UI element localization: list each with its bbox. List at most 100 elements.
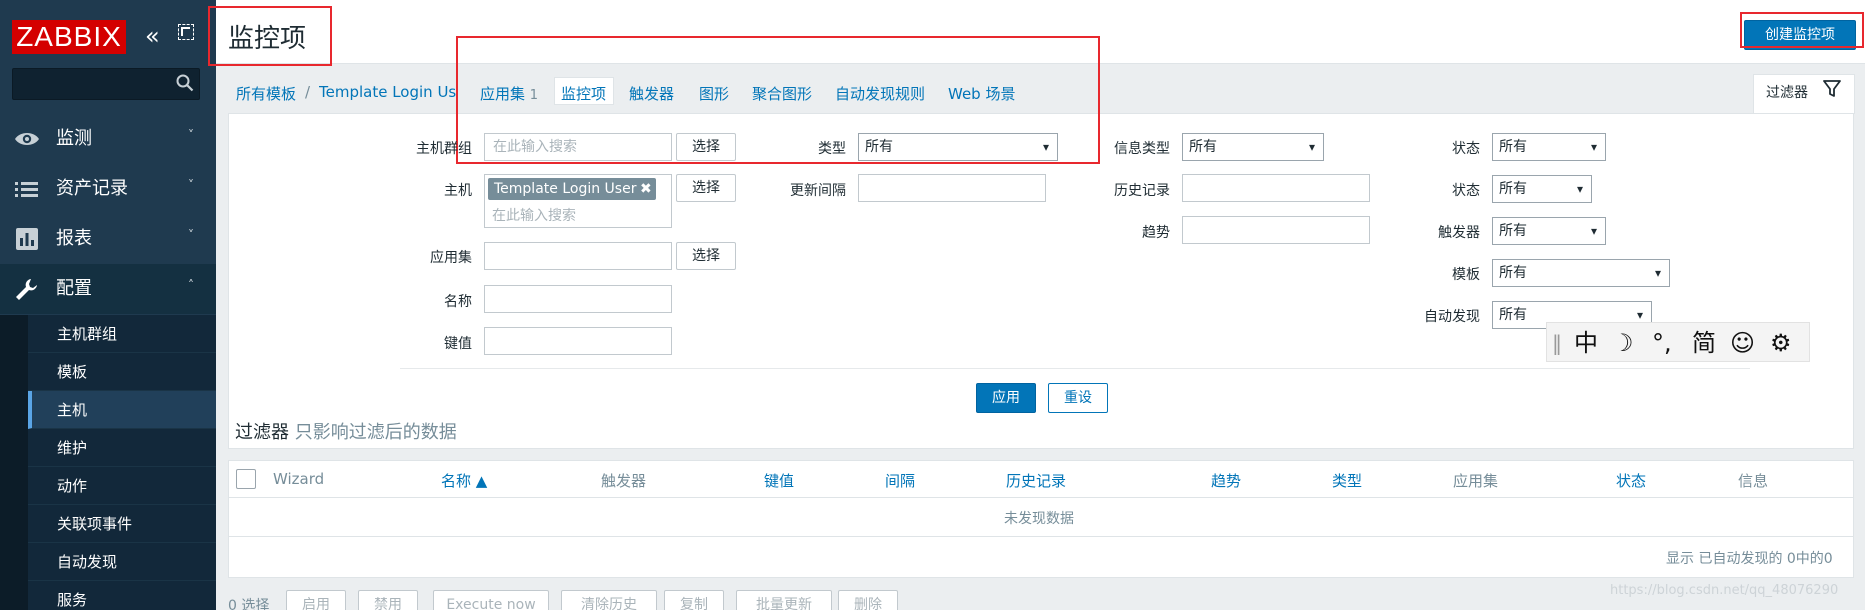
host-groups-placeholder: 在此输入搜索 <box>493 139 577 155</box>
copy-button[interactable]: 复制 <box>664 590 724 610</box>
state-label: 状态 <box>1452 141 1480 157</box>
chevron-down-icon: ˅ <box>188 128 194 142</box>
ime-grip-icon[interactable]: ‖ <box>1552 329 1562 357</box>
ime-punctuation-icon[interactable]: °, <box>1652 329 1672 357</box>
submenu-actions[interactable]: 动作 <box>28 467 216 505</box>
key-input[interactable] <box>484 327 672 355</box>
state-select[interactable]: 所有 ▾ <box>1492 133 1606 161</box>
table-divider <box>228 536 1854 537</box>
name-input[interactable] <box>484 285 672 313</box>
sidebar-search-input[interactable] <box>12 68 200 100</box>
disable-button[interactable]: 禁用 <box>358 590 418 610</box>
ime-settings-icon[interactable]: ⚙ <box>1770 329 1792 357</box>
menu-inventory[interactable]: 资产记录 ˅ <box>0 164 216 214</box>
status-select[interactable]: 所有 ▾ <box>1492 175 1592 203</box>
state-select-value: 所有 <box>1499 139 1527 155</box>
submenu-maintenance[interactable]: 维护 <box>28 429 216 467</box>
submenu-event-correlation[interactable]: 关联项事件 <box>28 505 216 543</box>
triggers-select[interactable]: 所有 ▾ <box>1492 217 1606 245</box>
submenu-templates[interactable]: 模板 <box>28 353 216 391</box>
mass-update-button[interactable]: 批量更新 <box>736 590 832 610</box>
info-type-select[interactable]: 所有 ▾ <box>1182 133 1324 161</box>
filter-icon[interactable] <box>1823 80 1841 98</box>
applications-label: 应用集 <box>430 250 472 266</box>
breadcrumb-template[interactable]: Template Login User <box>319 83 456 101</box>
chevron-down-icon: ▾ <box>1590 224 1597 238</box>
enable-button[interactable]: 启用 <box>286 590 346 610</box>
type-select[interactable]: 所有 ▾ <box>858 133 1058 161</box>
execute-now-button[interactable]: Execute now <box>433 590 549 610</box>
hosts-select-button[interactable]: 选择 <box>676 174 736 202</box>
column-interval[interactable]: 间隔 <box>885 470 915 491</box>
ime-emoji-icon[interactable]: ☺ <box>1730 329 1755 357</box>
chevron-down-icon: ▾ <box>1308 140 1315 154</box>
trends-input[interactable] <box>1182 216 1370 244</box>
applications-input[interactable] <box>484 242 672 270</box>
applications-select-button[interactable]: 选择 <box>676 242 736 270</box>
ime-moon-icon[interactable]: ☽ <box>1612 329 1634 357</box>
column-type[interactable]: 类型 <box>1332 470 1362 491</box>
submenu-host-groups[interactable]: 主机群组 <box>28 315 216 353</box>
update-interval-input[interactable] <box>858 174 1046 202</box>
host-groups-select-button[interactable]: 选择 <box>676 133 736 161</box>
column-applications: 应用集 <box>1453 472 1499 490</box>
history-input[interactable] <box>1182 174 1370 202</box>
menu-inventory-label: 资产记录 <box>56 178 128 199</box>
sidebar: ZABBIX « 监测 ˅ 资产记录 ˅ 报表 ˅ 配置 ˄ 主机群组 模板 主… <box>0 0 216 610</box>
discovery-select-value: 所有 <box>1499 307 1527 323</box>
watermark: https://blog.csdn.net/qq_48076290 <box>1610 583 1839 598</box>
chevron-down-icon: ˅ <box>188 228 194 242</box>
hosts-label: 主机 <box>444 183 472 199</box>
apply-button[interactable]: 应用 <box>976 383 1036 413</box>
ime-chinese-icon[interactable]: 中 <box>1574 329 1598 357</box>
host-groups-input[interactable]: 在此输入搜索 <box>484 133 672 161</box>
triggers-label: 触发器 <box>1438 225 1480 241</box>
menu-configuration[interactable]: 配置 ˄ <box>0 264 216 314</box>
chevron-down-icon: ▾ <box>1042 140 1049 154</box>
submenu-hosts[interactable]: 主机 <box>28 391 216 429</box>
column-trends[interactable]: 趋势 <box>1211 470 1241 491</box>
remove-chip-icon[interactable]: ✖ <box>640 178 652 200</box>
history-label: 历史记录 <box>1114 183 1170 199</box>
filter-caption: 过滤器 只影响过滤后的数据 <box>235 418 457 444</box>
clear-history-button[interactable]: 清除历史 <box>561 590 657 610</box>
delete-button[interactable]: 删除 <box>838 590 898 610</box>
column-history[interactable]: 历史记录 <box>1006 470 1066 491</box>
kiosk-mode-icon[interactable] <box>178 24 194 40</box>
submenu-services[interactable]: 服务 <box>28 581 216 610</box>
discovery-label: 自动发现 <box>1424 309 1480 325</box>
column-key[interactable]: 键值 <box>764 470 794 491</box>
wrench-icon <box>16 279 37 300</box>
triggers-select-value: 所有 <box>1499 223 1527 239</box>
ime-simplified-icon[interactable]: 简 <box>1692 329 1716 357</box>
chevron-down-icon: ▾ <box>1590 140 1597 154</box>
breadcrumb-all-templates[interactable]: 所有模板 <box>236 83 296 104</box>
template-select-value: 所有 <box>1499 265 1527 281</box>
menu-reports[interactable]: 报表 ˅ <box>0 214 216 264</box>
column-status[interactable]: 状态 <box>1616 470 1646 491</box>
chevron-down-icon: ˅ <box>188 178 194 192</box>
no-data-message: 未发现数据 <box>1004 511 1074 527</box>
reset-button[interactable]: 重设 <box>1048 383 1108 413</box>
column-name[interactable]: 名称 ▲ <box>441 470 487 491</box>
chevron-down-icon: ▾ <box>1654 266 1661 280</box>
collapse-sidebar-icon[interactable]: « <box>145 24 160 48</box>
column-wizard: Wizard <box>273 470 325 488</box>
zabbix-logo[interactable]: ZABBIX <box>12 20 126 54</box>
template-select[interactable]: 所有 ▾ <box>1492 259 1670 287</box>
status-select-value: 所有 <box>1499 181 1527 197</box>
menu-monitoring-label: 监测 <box>56 128 92 149</box>
bar-chart-icon <box>16 228 38 250</box>
submenu-discovery[interactable]: 自动发现 <box>28 543 216 581</box>
filter-divider <box>400 368 1750 369</box>
selected-count: 0 选择 <box>228 598 270 610</box>
filter-tab-label: 过滤器 <box>1766 85 1808 101</box>
status-label: 状态 <box>1452 183 1480 199</box>
info-type-select-value: 所有 <box>1189 139 1217 155</box>
menu-monitoring[interactable]: 监测 ˅ <box>0 114 216 164</box>
select-all-checkbox[interactable] <box>236 469 256 489</box>
search-icon[interactable] <box>176 74 194 92</box>
breadcrumb-separator: / <box>305 83 311 101</box>
host-chip: Template Login User <box>488 178 656 200</box>
annotation-box-title <box>208 6 332 66</box>
